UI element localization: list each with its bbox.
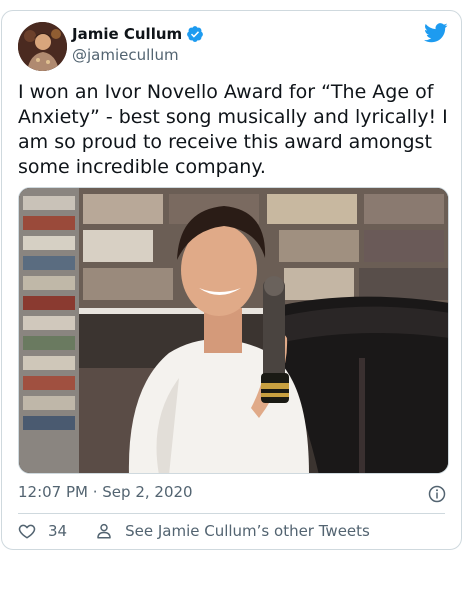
avatar-image xyxy=(18,22,67,71)
tweet-photo[interactable] xyxy=(18,187,449,474)
see-other-tweets-link[interactable]: See Jamie Cullum’s other Tweets xyxy=(95,522,370,540)
author-name[interactable]: Jamie Cullum xyxy=(72,25,182,43)
see-other-tweets-label[interactable]: See Jamie Cullum’s other Tweets xyxy=(125,522,370,540)
person-icon xyxy=(97,523,111,539)
tweet-text: I won an Ivor Novello Award for “The Age… xyxy=(18,81,448,178)
info-icon[interactable] xyxy=(428,485,446,503)
award-photo xyxy=(19,188,448,473)
like-button[interactable]: 34 xyxy=(18,522,67,540)
heart-icon xyxy=(18,524,36,539)
author-handle[interactable]: @jamiecullum xyxy=(72,46,179,64)
divider xyxy=(18,513,445,514)
verified-badge-icon xyxy=(187,26,204,42)
tweet-timestamp[interactable]: 12:07 PM · Sep 2, 2020 xyxy=(18,483,193,501)
tweet-card: Jamie Cullum @jamiecullum I won an Ivor … xyxy=(1,10,462,550)
twitter-bird-icon[interactable] xyxy=(424,23,448,43)
avatar[interactable] xyxy=(18,22,67,71)
author-name-row[interactable]: Jamie Cullum xyxy=(72,25,204,43)
like-count: 34 xyxy=(48,522,68,540)
tweet-actions: 34 See Jamie Cullum’s other Tweets xyxy=(18,522,370,540)
